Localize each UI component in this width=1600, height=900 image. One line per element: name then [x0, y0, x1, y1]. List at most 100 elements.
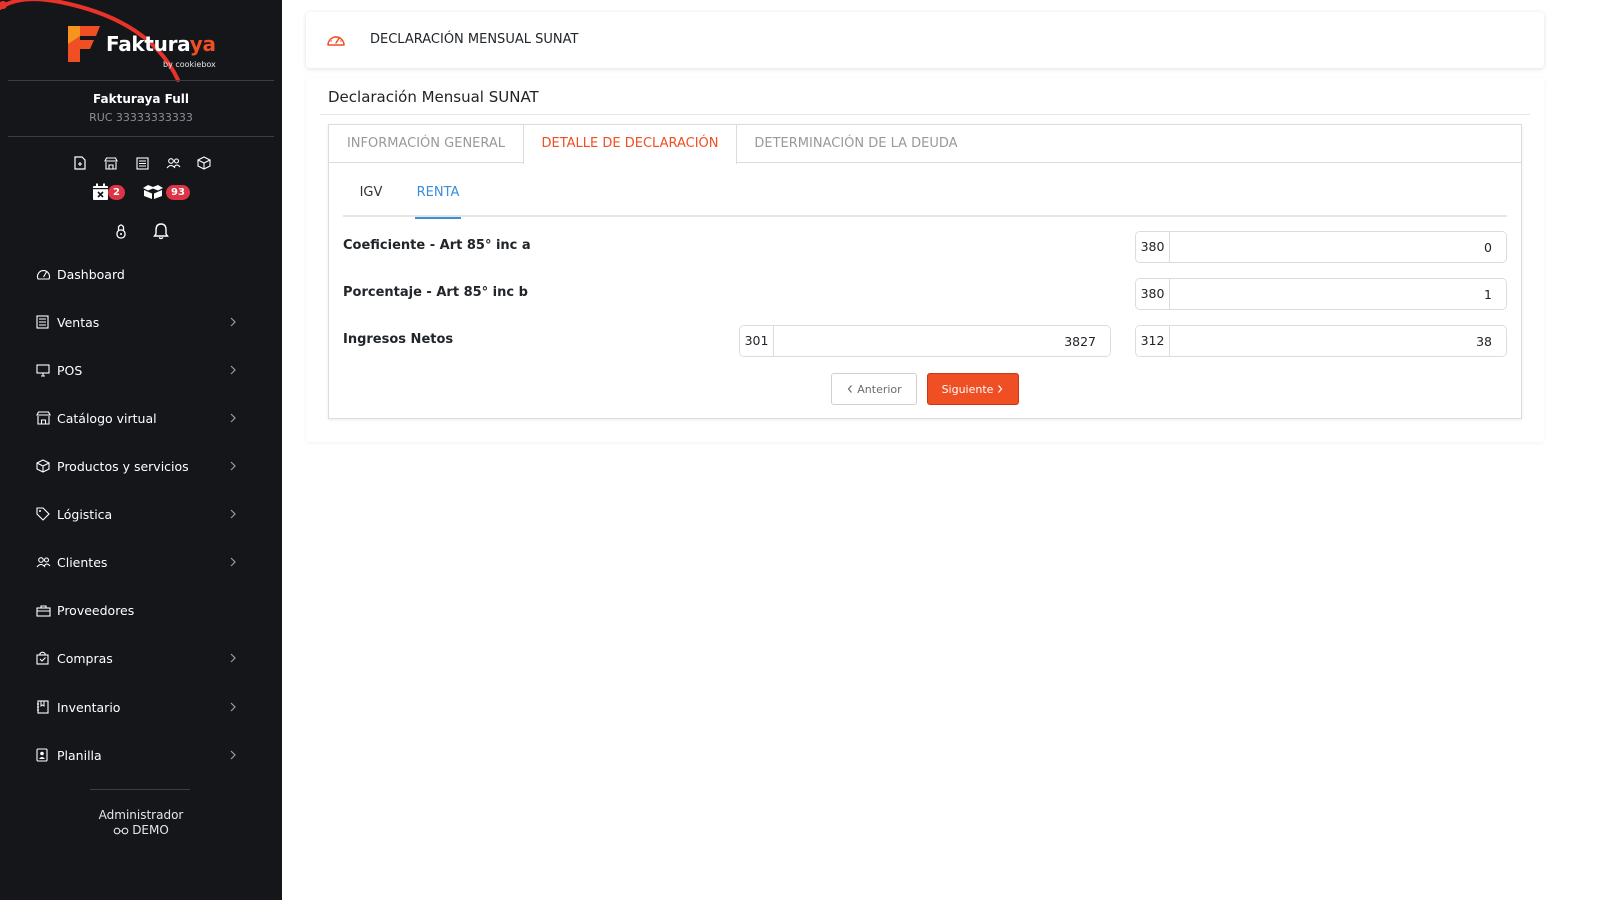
menu-item-ventas[interactable]: Ventas — [36, 310, 246, 334]
coeficiente-input[interactable] — [1170, 232, 1506, 262]
glasses-icon — [113, 827, 129, 835]
tab-informacion-general[interactable]: INFORMACIÓN GENERAL — [329, 125, 523, 163]
field-label-porcentaje: Porcentaje - Art 85° inc b — [343, 285, 528, 300]
receipt-icon[interactable] — [134, 155, 150, 171]
page-header: DECLARACIÓN MENSUAL SUNAT — [306, 12, 1544, 68]
chevron-right-icon — [230, 653, 236, 663]
ingresos-netos-base-group: 301 — [739, 325, 1111, 357]
wizard-tab-bar: INFORMACIÓN GENERAL DETALLE DE DECLARACI… — [329, 125, 1521, 164]
next-button-label: Siguiente — [941, 382, 994, 396]
brand-logo[interactable]: Fakturaya by cookiebox — [66, 24, 226, 72]
monitor-icon — [36, 362, 54, 378]
menu-item-logistica[interactable]: Lógistica — [36, 502, 246, 526]
divider — [8, 136, 274, 137]
speedometer-icon — [327, 36, 345, 46]
boxes-badge-count: 93 — [166, 185, 190, 200]
coeficiente-input-group: 380 — [1135, 231, 1507, 263]
next-button[interactable]: Siguiente — [927, 373, 1019, 405]
ingresos-netos-tax-group: 312 — [1135, 325, 1507, 357]
chevron-right-icon — [998, 385, 1003, 393]
briefcase-icon — [36, 602, 54, 618]
main-content: Declaración Mensual SUNAT INFORMACIÓN GE… — [306, 78, 1544, 442]
ventas-icon — [36, 314, 54, 330]
boxes-badge[interactable]: 93 — [142, 182, 198, 204]
company-name: Fakturaya Full — [93, 92, 189, 106]
divider — [320, 114, 1530, 115]
casilla-code: 380 — [1136, 279, 1170, 309]
user-name-row[interactable]: DEMO — [0, 823, 282, 837]
user-actions — [114, 222, 170, 242]
menu-item-compras[interactable]: Compras — [36, 646, 246, 670]
menu-item-label: Catálogo virtual — [57, 410, 157, 426]
menu-item-label: Ventas — [57, 314, 100, 330]
menu-item-label: Compras — [57, 650, 113, 666]
declaration-wizard: INFORMACIÓN GENERAL DETALLE DE DECLARACI… — [328, 124, 1522, 419]
casilla-code: 312 — [1136, 326, 1170, 356]
menu-item-clientes[interactable]: Clientes — [36, 550, 246, 574]
badge-icon — [36, 747, 54, 763]
bell-icon[interactable] — [152, 222, 170, 242]
casilla-code: 380 — [1136, 232, 1170, 262]
porcentaje-input-group: 380 — [1135, 278, 1507, 310]
menu-item-label: Inventario — [57, 699, 121, 715]
chevron-left-icon — [847, 385, 853, 393]
box-icon — [36, 458, 54, 474]
logo-subtitle: by cookiebox — [163, 60, 216, 69]
inventory-icon — [36, 699, 54, 715]
chevron-right-icon — [230, 461, 236, 471]
sidebar: Fakturaya by cookiebox Fakturaya Full RU… — [0, 0, 282, 900]
company-ruc: RUC 33333333333 — [89, 111, 193, 124]
notification-badges: 2 93 — [90, 182, 200, 204]
menu-item-catalogo-virtual[interactable]: Catálogo virtual — [36, 406, 246, 430]
logo-text: Fakturaya — [106, 32, 216, 56]
chevron-right-icon — [230, 365, 236, 375]
tab-detalle-declaracion[interactable]: DETALLE DE DECLARACIÓN — [523, 125, 737, 164]
tab-determinacion-deuda[interactable]: DETERMINACIÓN DE LA DEUDA — [737, 125, 975, 163]
store-icon[interactable] — [103, 155, 119, 171]
boxes-icon — [143, 185, 163, 199]
lock-icon[interactable] — [114, 222, 128, 242]
menu-item-label: Productos y servicios — [57, 458, 189, 474]
casilla-code: 301 — [740, 326, 774, 356]
ingresos-netos-input[interactable] — [774, 326, 1110, 356]
users-icon[interactable] — [165, 155, 181, 171]
dashboard-icon — [36, 266, 54, 282]
users-icon — [36, 554, 54, 570]
menu-item-label: POS — [57, 362, 83, 378]
menu-item-pos[interactable]: POS — [36, 358, 246, 382]
menu-item-inventario[interactable]: Inventario — [36, 695, 246, 719]
chevron-right-icon — [230, 557, 236, 567]
chevron-right-icon — [230, 702, 236, 712]
menu-item-dashboard[interactable]: Dashboard — [36, 262, 246, 286]
menu-item-proveedores[interactable]: Proveedores — [36, 598, 246, 622]
logo-mark-icon — [68, 26, 100, 62]
porcentaje-input[interactable] — [1170, 279, 1506, 309]
store-icon — [36, 410, 54, 426]
user-role: Administrador — [98, 808, 184, 822]
ingresos-netos-tax-input[interactable] — [1170, 326, 1506, 356]
chevron-right-icon — [230, 750, 236, 760]
divider — [8, 80, 274, 81]
menu-item-planilla[interactable]: Planilla — [36, 743, 246, 767]
page-title: Declaración Mensual SUNAT — [328, 88, 539, 106]
previous-button[interactable]: Anterior — [831, 373, 917, 405]
calendar-badge[interactable]: 2 — [90, 182, 128, 204]
field-label-coeficiente: Coeficiente - Art 85° inc a — [343, 238, 531, 253]
chevron-right-icon — [230, 413, 236, 423]
bag-icon — [36, 650, 54, 666]
page-header-title: DECLARACIÓN MENSUAL SUNAT — [370, 32, 579, 47]
file-icon[interactable] — [72, 155, 88, 171]
field-label-ingresos-netos: Ingresos Netos — [343, 332, 454, 347]
subtab-igv[interactable]: IGV — [359, 185, 383, 217]
tax-subtabs: IGV RENTA — [343, 177, 1507, 219]
chevron-right-icon — [230, 509, 236, 519]
menu-item-label: Planilla — [57, 747, 102, 763]
previous-button-label: Anterior — [857, 382, 902, 396]
box-icon[interactable] — [196, 155, 212, 171]
menu-item-productos-servicios[interactable]: Productos y servicios — [36, 454, 246, 478]
calendar-x-icon — [93, 183, 108, 200]
menu-item-label: Proveedores — [57, 602, 135, 618]
subtab-renta[interactable]: RENTA — [415, 185, 461, 219]
divider — [90, 789, 190, 790]
menu-item-label: Clientes — [57, 554, 108, 570]
